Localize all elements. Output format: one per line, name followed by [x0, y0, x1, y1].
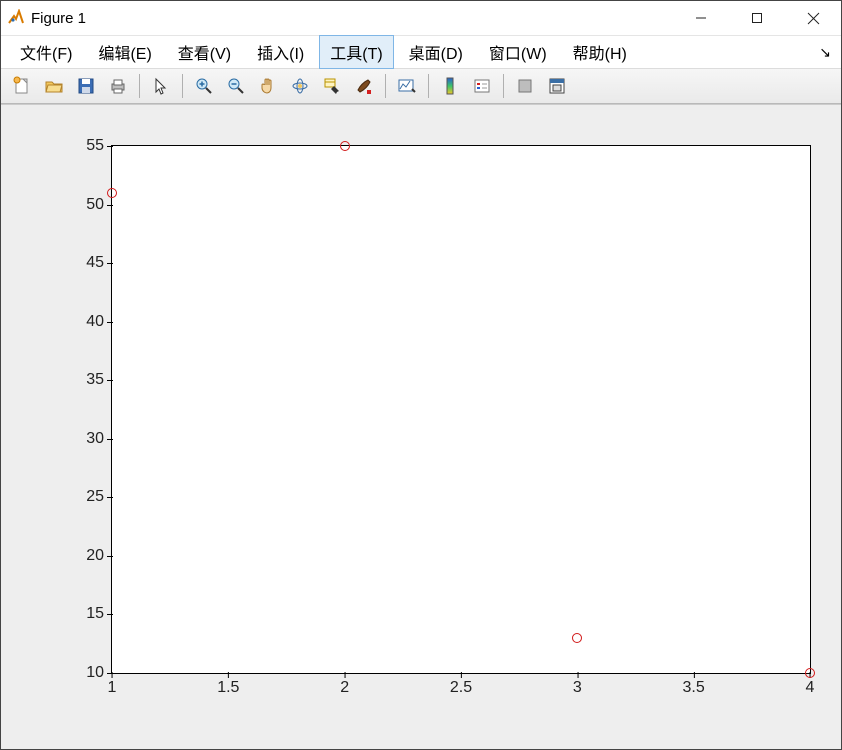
data-point [572, 633, 582, 643]
zoom-in-icon[interactable] [189, 72, 219, 100]
menu-item[interactable]: 工具(T) [319, 35, 393, 69]
menu-bar: 文件(F)编辑(E)查看(V)插入(I)工具(T)桌面(D)窗口(W)帮助(H)… [1, 36, 841, 68]
x-tick-label: 1 [108, 673, 117, 697]
rotate3d-icon[interactable] [285, 72, 315, 100]
menu-item[interactable]: 文件(F) [9, 35, 83, 69]
y-tick-label: 55 [86, 137, 112, 155]
figure-canvas: 1015202530354045505511.522.533.54 [1, 104, 841, 749]
y-tick-label: 30 [86, 430, 112, 448]
save-icon[interactable] [71, 72, 101, 100]
menu-overflow-icon[interactable]: ↘ [819, 44, 831, 61]
data-point [805, 668, 815, 678]
window-title: Figure 1 [31, 10, 86, 27]
figure-window: Figure 1 文件(F)编辑(E)查看(V)插入(I)工具(T)桌面(D)窗… [0, 0, 842, 750]
colorbar-icon[interactable] [435, 72, 465, 100]
toolbar-separator [428, 74, 429, 98]
minimize-button[interactable] [673, 1, 729, 35]
y-tick-label: 35 [86, 371, 112, 389]
menu-item[interactable]: 窗口(W) [478, 35, 558, 69]
open-icon[interactable] [39, 72, 69, 100]
pan-icon[interactable] [253, 72, 283, 100]
new-figure-icon[interactable] [7, 72, 37, 100]
matlab-app-icon [7, 9, 25, 27]
toolbar-separator [182, 74, 183, 98]
toolbar-separator [139, 74, 140, 98]
y-tick-label: 20 [86, 547, 112, 565]
pointer-icon[interactable] [146, 72, 176, 100]
y-tick-label: 25 [86, 488, 112, 506]
axes[interactable]: 1015202530354045505511.522.533.54 [111, 145, 811, 674]
toolbar-separator [503, 74, 504, 98]
x-tick-label: 3.5 [683, 673, 705, 697]
menu-item[interactable]: 查看(V) [167, 35, 242, 69]
print-icon[interactable] [103, 72, 133, 100]
hide-tools-icon[interactable] [510, 72, 540, 100]
maximize-button[interactable] [729, 1, 785, 35]
title-bar: Figure 1 [1, 1, 841, 36]
dock-icon[interactable] [542, 72, 572, 100]
brush-icon[interactable] [349, 72, 379, 100]
data-point [107, 188, 117, 198]
x-tick-label: 2 [340, 673, 349, 697]
menu-item[interactable]: 编辑(E) [87, 35, 162, 69]
x-tick-label: 1.5 [217, 673, 239, 697]
legend-icon[interactable] [467, 72, 497, 100]
y-tick-label: 15 [86, 605, 112, 623]
toolbar [1, 68, 841, 104]
close-button[interactable] [785, 1, 841, 35]
x-tick-label: 3 [573, 673, 582, 697]
data-point [340, 141, 350, 151]
y-tick-label: 45 [86, 254, 112, 272]
menu-item[interactable]: 桌面(D) [398, 35, 474, 69]
link-plot-icon[interactable] [392, 72, 422, 100]
toolbar-separator [385, 74, 386, 98]
data-cursor-icon[interactable] [317, 72, 347, 100]
y-tick-label: 40 [86, 313, 112, 331]
zoom-out-icon[interactable] [221, 72, 251, 100]
menu-item[interactable]: 插入(I) [246, 35, 315, 69]
y-tick-label: 50 [86, 196, 112, 214]
menu-item[interactable]: 帮助(H) [562, 35, 638, 69]
x-tick-label: 2.5 [450, 673, 472, 697]
